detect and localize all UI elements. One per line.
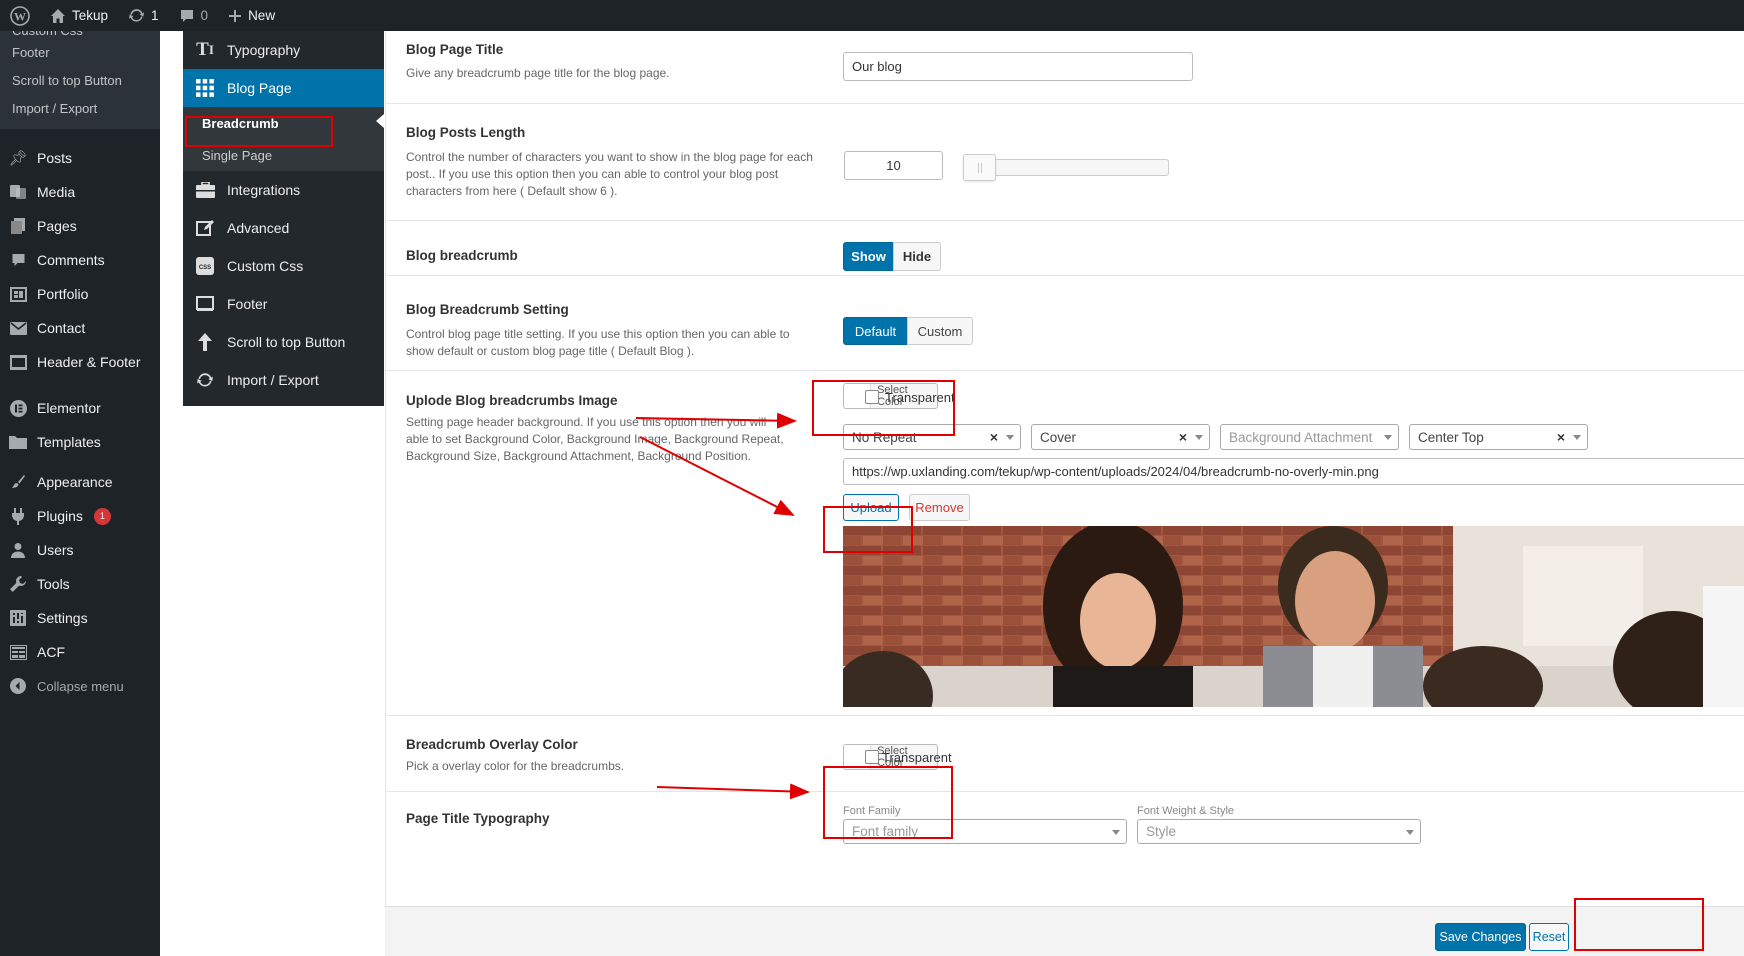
arrow-to-upload	[639, 436, 795, 516]
arrow-to-image-color	[635, 412, 797, 429]
arrow-to-overlay-color	[656, 783, 810, 800]
annotation-arrows	[635, 412, 810, 800]
